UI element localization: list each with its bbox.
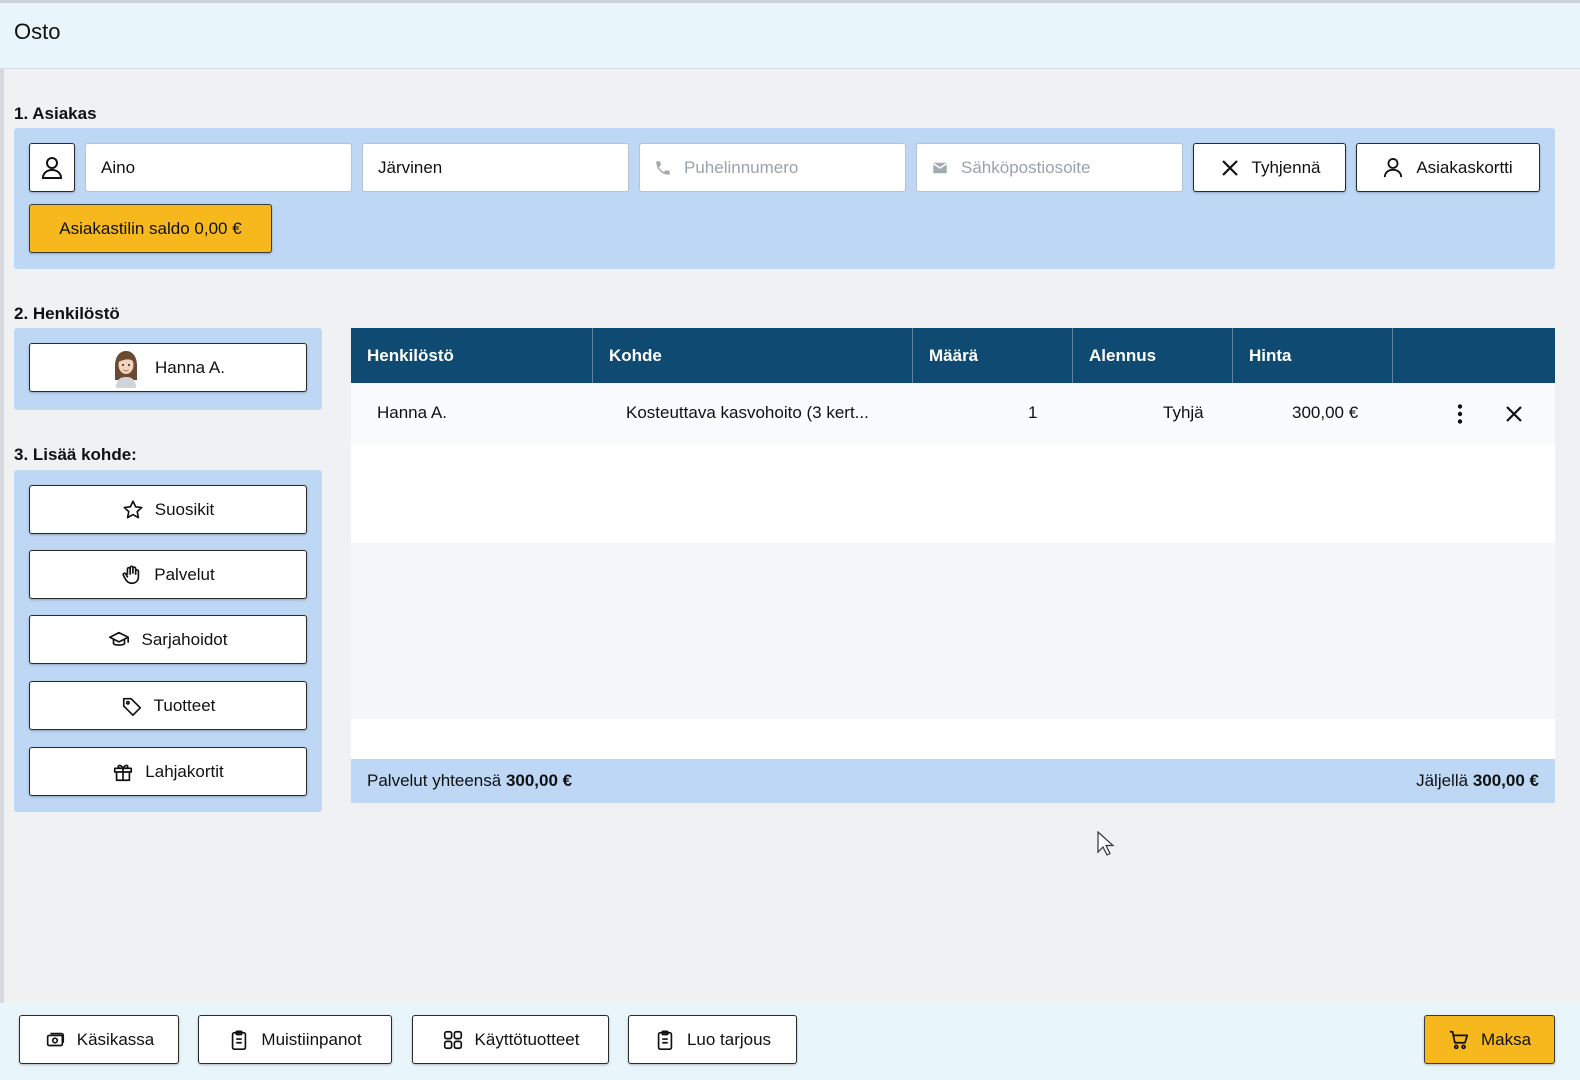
consumables-button[interactable]: Käyttötuotteet: [412, 1015, 609, 1064]
grid-icon: [442, 1029, 464, 1051]
column-header-actions: [1393, 328, 1555, 383]
column-header-staff: Henkilöstö: [351, 328, 593, 383]
column-header-price: Hinta: [1233, 328, 1393, 383]
cash-icon: [44, 1029, 66, 1051]
staff-select-button[interactable]: Hanna A.: [29, 343, 307, 392]
cart-table-header: Henkilöstö Kohde Määrä Alennus Hinta: [351, 328, 1555, 383]
create-offer-button[interactable]: Luo tarjous: [628, 1015, 797, 1064]
customer-search-button[interactable]: [29, 143, 75, 192]
services-button[interactable]: Palvelut: [29, 550, 307, 599]
phone-field[interactable]: Puhelinnumero: [639, 143, 906, 192]
customer-card-button[interactable]: Asiakaskortti: [1356, 143, 1540, 192]
remaining-label: Jäljellä: [1416, 771, 1469, 790]
last-name-value: Järvinen: [378, 157, 443, 177]
title-bar: Osto: [0, 0, 1580, 69]
notes-label: Muistiinpanot: [261, 1029, 362, 1049]
remove-row-icon[interactable]: [1502, 402, 1526, 426]
column-header-discount: Alennus: [1073, 328, 1233, 383]
close-icon: [1219, 157, 1241, 179]
customer-balance-label: Asiakastilin saldo 0,00 €: [59, 218, 242, 238]
pay-button[interactable]: Maksa: [1424, 1015, 1555, 1064]
column-header-quantity: Määrä: [913, 328, 1073, 383]
column-header-item: Kohde: [593, 328, 913, 383]
clipboard-icon: [654, 1029, 676, 1051]
services-total: Palvelut yhteensä 300,00 €: [367, 771, 572, 791]
products-label: Tuotteet: [153, 695, 216, 715]
phone-placeholder: Puhelinnumero: [684, 157, 799, 177]
favorites-label: Suosikit: [154, 499, 215, 519]
customer-balance-button[interactable]: Asiakastilin saldo 0,00 €: [29, 204, 272, 253]
remaining-value: 300,00 €: [1472, 771, 1539, 790]
page-title: Osto: [14, 19, 61, 44]
email-placeholder: Sähköpostiosoite: [961, 157, 1091, 177]
first-name-value: Aino: [101, 157, 136, 177]
clear-label: Tyhjennä: [1251, 157, 1321, 177]
hand-icon: [121, 564, 143, 586]
user-icon: [41, 156, 63, 180]
create-offer-label: Luo tarjous: [686, 1029, 772, 1049]
cash-drawer-label: Käsikassa: [76, 1029, 155, 1049]
graduation-cap-icon: [108, 629, 130, 651]
email-field[interactable]: Sähköpostiosoite: [916, 143, 1183, 192]
cart-table-body: Hanna A. Kosteuttava kasvohoito (3 kert.…: [351, 383, 1555, 759]
avatar: [111, 348, 141, 388]
staff-section-label: 2. Henkilöstö: [14, 304, 120, 323]
notes-button[interactable]: Muistiinpanot: [198, 1015, 392, 1064]
gift-icon: [112, 761, 134, 783]
staff-name: Hanna A.: [155, 357, 225, 377]
table-row[interactable]: Hanna A. Kosteuttava kasvohoito (3 kert.…: [351, 383, 1555, 445]
series-treatments-label: Sarjahoidot: [141, 629, 228, 649]
first-name-field[interactable]: Aino: [85, 143, 352, 192]
add-item-section-label: 3. Lisää kohde:: [14, 445, 137, 464]
cash-drawer-button[interactable]: Käsikassa: [19, 1015, 179, 1064]
phone-icon: [654, 159, 672, 177]
gift-cards-label: Lahjakortit: [145, 761, 224, 781]
user-icon: [1383, 157, 1405, 179]
row-item: Kosteuttava kasvohoito (3 kert...: [626, 403, 869, 422]
customer-section-label: 1. Asiakas: [14, 104, 97, 123]
customer-card-label: Asiakaskortti: [1416, 157, 1513, 177]
pay-label: Maksa: [1480, 1029, 1532, 1049]
star-icon: [122, 499, 144, 521]
consumables-label: Käyttötuotteet: [474, 1029, 580, 1049]
row-staff: Hanna A.: [377, 403, 447, 422]
last-name-field[interactable]: Järvinen: [362, 143, 629, 192]
clear-button[interactable]: Tyhjennä: [1193, 143, 1346, 192]
empty-row: [351, 631, 1555, 719]
gift-cards-button[interactable]: Lahjakortit: [29, 747, 307, 796]
series-treatments-button[interactable]: Sarjahoidot: [29, 615, 307, 664]
mouse-cursor-icon: [1097, 830, 1115, 857]
row-quantity[interactable]: 1: [1028, 403, 1037, 423]
tag-icon: [121, 695, 143, 717]
services-label: Palvelut: [154, 564, 215, 584]
cart-summary: Palvelut yhteensä 300,00 € Jäljellä 300,…: [351, 759, 1555, 803]
window-edge: [0, 0, 4, 1080]
row-price[interactable]: 300,00 €: [1292, 403, 1358, 423]
services-total-value: 300,00 €: [505, 771, 573, 790]
products-button[interactable]: Tuotteet: [29, 681, 307, 730]
empty-row: [351, 543, 1555, 631]
more-options-icon[interactable]: [1448, 402, 1472, 426]
remaining-total: Jäljellä 300,00 €: [1416, 771, 1539, 791]
envelope-icon: [931, 159, 949, 177]
favorites-button[interactable]: Suosikit: [29, 485, 307, 534]
row-discount[interactable]: Tyhjä: [1163, 403, 1204, 423]
cart-icon: [1448, 1029, 1470, 1051]
services-total-label: Palvelut yhteensä: [367, 771, 502, 790]
clipboard-icon: [228, 1029, 250, 1051]
